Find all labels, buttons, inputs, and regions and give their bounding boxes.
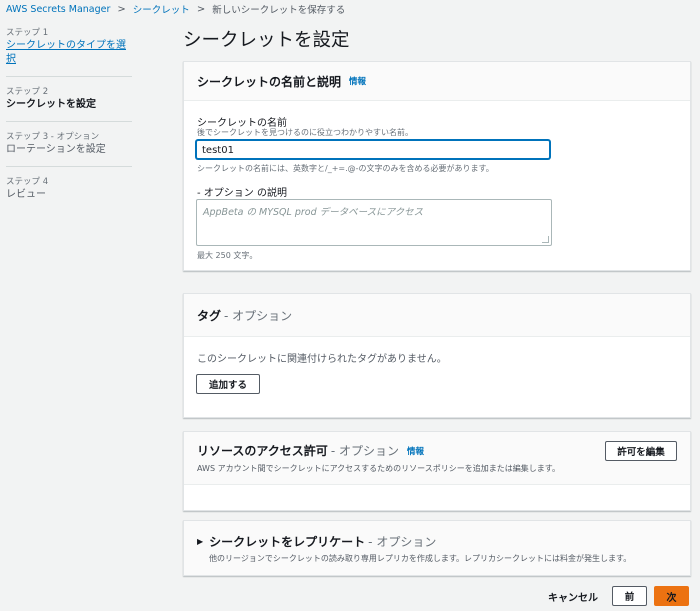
optional-label: - オプション — [368, 534, 437, 549]
step-number: ステップ 3 - オプション — [6, 132, 100, 142]
page-title: シークレットを設定 — [183, 30, 350, 51]
breadcrumb-link-secrets-manager[interactable]: AWS Secrets Manager — [6, 4, 110, 15]
info-link[interactable]: 情報 — [407, 445, 424, 457]
panel-title: タグ — [197, 308, 222, 323]
description-label: - オプション の説明 — [197, 188, 287, 199]
panel-header: タグ - オプション — [184, 294, 690, 337]
name-description-panel: シークレットの名前と説明 情報 シークレットの名前 後でシークレットを見つけるの… — [183, 61, 691, 271]
wizard-step-2: ステップ 2 シークレットを設定 — [6, 86, 132, 122]
edit-permissions-button[interactable]: 許可を編集 — [605, 441, 677, 461]
replicate-secret-panel: ▶ シークレットをレプリケート - オプション 他のリージョンでシークレットの読… — [183, 520, 691, 576]
description-placeholder: AppBeta の MYSQL prod データベースにアクセス — [203, 207, 424, 218]
info-link[interactable]: 情報 — [349, 75, 366, 87]
panel-title: シークレットをレプリケート — [209, 534, 366, 549]
wizard-step-1: ステップ 1 シークレットのタイプを選択 — [6, 27, 132, 77]
caret-right-icon[interactable]: ▶ — [197, 537, 203, 546]
wizard-step-3: ステップ 3 - オプション ローテーションを設定 — [6, 131, 132, 167]
secret-name-input[interactable]: test01 — [196, 140, 550, 159]
panel-header: シークレットの名前と説明 情報 — [184, 62, 690, 101]
previous-button[interactable]: 前 — [612, 586, 647, 606]
step-number: ステップ 4 — [6, 177, 49, 187]
no-tags-message: このシークレットに関連付けられたタグがありません。 — [197, 354, 447, 365]
panel-header: リソースのアクセス許可 - オプション 情報 AWS アカウント間でシークレット… — [184, 432, 690, 485]
panel-header[interactable]: ▶ シークレットをレプリケート - オプション 他のリージョンでシークレットの読… — [184, 521, 690, 575]
resource-permissions-panel: リソースのアクセス許可 - オプション 情報 AWS アカウント間でシークレット… — [183, 431, 691, 511]
secret-name-description: 後でシークレットを見つけるのに役立つわかりやすい名前。 — [197, 128, 413, 137]
wizard-step-4: ステップ 4 レビュー — [6, 176, 132, 211]
step-number: ステップ 2 — [6, 87, 49, 97]
panel-description: 他のリージョンでシークレットの読み取り専用レプリカを作成します。レプリカシークレ… — [209, 553, 632, 563]
step-label-review: レビュー — [6, 189, 46, 200]
resize-handle-icon[interactable] — [542, 236, 549, 243]
panel-title: シークレットの名前と説明 — [197, 74, 342, 89]
next-button[interactable]: 次 — [654, 586, 689, 606]
description-constraint: 最大 250 文字。 — [197, 251, 258, 260]
optional-label: - オプション — [330, 444, 399, 458]
description-textarea[interactable]: AppBeta の MYSQL prod データベースにアクセス — [196, 199, 552, 246]
tags-panel: タグ - オプション このシークレットに関連付けられたタグがありません。 追加す… — [183, 293, 691, 418]
optional-label: - オプション — [224, 308, 293, 323]
breadcrumb: AWS Secrets Manager > シークレット > 新しいシークレット… — [6, 2, 346, 17]
step-link-choose-type[interactable]: シークレットのタイプを選択 — [6, 39, 132, 67]
expander-toggle[interactable]: ▶ シークレットをレプリケート - オプション — [197, 533, 436, 550]
add-tag-button[interactable]: 追加する — [196, 374, 260, 394]
cancel-button[interactable]: キャンセル — [548, 589, 598, 604]
panel-title: リソースのアクセス許可 — [197, 444, 328, 458]
chevron-right-icon: > — [117, 3, 126, 15]
breadcrumb-link-secrets[interactable]: シークレット — [133, 2, 190, 16]
chevron-right-icon: > — [196, 3, 206, 15]
wizard-steps-nav: ステップ 1 シークレットのタイプを選択 ステップ 2 シークレットを設定 ステ… — [6, 27, 132, 220]
breadcrumb-current: 新しいシークレットを保存する — [212, 5, 346, 16]
step-label-rotation: ローテーションを設定 — [6, 144, 106, 155]
step-number: ステップ 1 — [6, 28, 49, 38]
panel-description: AWS アカウント間でシークレットにアクセスするためのリソースポリシーを追加また… — [197, 464, 560, 473]
step-label-configure: シークレットを設定 — [6, 99, 96, 110]
secret-name-constraint: シークレットの名前には、英数字と/_+=.@-の文字のみを含める必要があります。 — [197, 164, 494, 173]
